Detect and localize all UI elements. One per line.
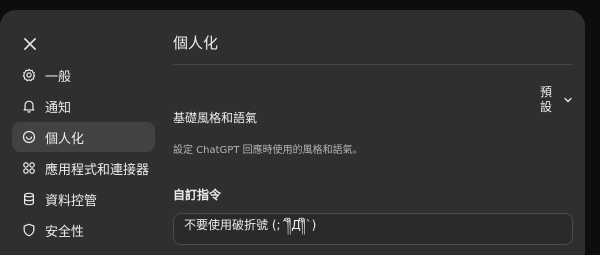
apps-icon (22, 161, 36, 175)
sidebar-item-general[interactable]: 一般 (12, 60, 155, 90)
custom-instructions-label: 自訂指令 (173, 188, 222, 202)
style-row: 基礎風格和語氣 預設 (173, 65, 573, 137)
sidebar-item-label: 資料控管 (45, 193, 98, 209)
sidebar-item-label: 一般 (45, 69, 72, 85)
style-description: 設定 ChatGPT 回應時使用的風格和語氣。 (173, 145, 363, 156)
sidebar-item-label: 通知 (45, 100, 72, 116)
sidebar-item-notifications[interactable]: 通知 (12, 91, 155, 121)
style-select[interactable]: 預設 (539, 85, 573, 115)
page-title: 個人化 (173, 20, 573, 65)
custom-instructions-input[interactable]: 不要使用破折號 (;´༎ຶД༎ຶ`) (173, 213, 573, 245)
sidebar-item-label: 安全性 (45, 224, 85, 240)
gear-icon (22, 68, 36, 82)
sidebar-item-data-controls[interactable]: 資料控管 (12, 184, 155, 214)
sidebar-item-label: 個人化 (45, 131, 85, 147)
shield-icon (22, 223, 36, 237)
settings-content: 個人化 基礎風格和語氣 預設 設定 ChatGPT 回應時使用的風格和語氣。 自… (173, 20, 573, 245)
bell-icon (22, 99, 36, 113)
style-label: 基礎風格和語氣 (173, 111, 258, 125)
database-icon (22, 192, 36, 206)
settings-modal: 一般 通知 個人化 應用程式和連接器 資料控管 安全性 個人化 基礎風格和語氣 … (0, 10, 585, 255)
sidebar-item-security[interactable]: 安全性 (12, 215, 155, 245)
personalization-icon (22, 130, 36, 144)
sidebar-item-personalization[interactable]: 個人化 (12, 122, 155, 152)
style-select-value: 預設 (539, 85, 552, 114)
close-icon[interactable] (20, 34, 40, 54)
sidebar-item-apps[interactable]: 應用程式和連接器 (12, 153, 155, 183)
sidebar-item-label: 應用程式和連接器 (45, 162, 150, 178)
settings-sidebar: 一般 通知 個人化 應用程式和連接器 資料控管 安全性 (12, 60, 155, 246)
chevron-down-icon (564, 97, 572, 103)
